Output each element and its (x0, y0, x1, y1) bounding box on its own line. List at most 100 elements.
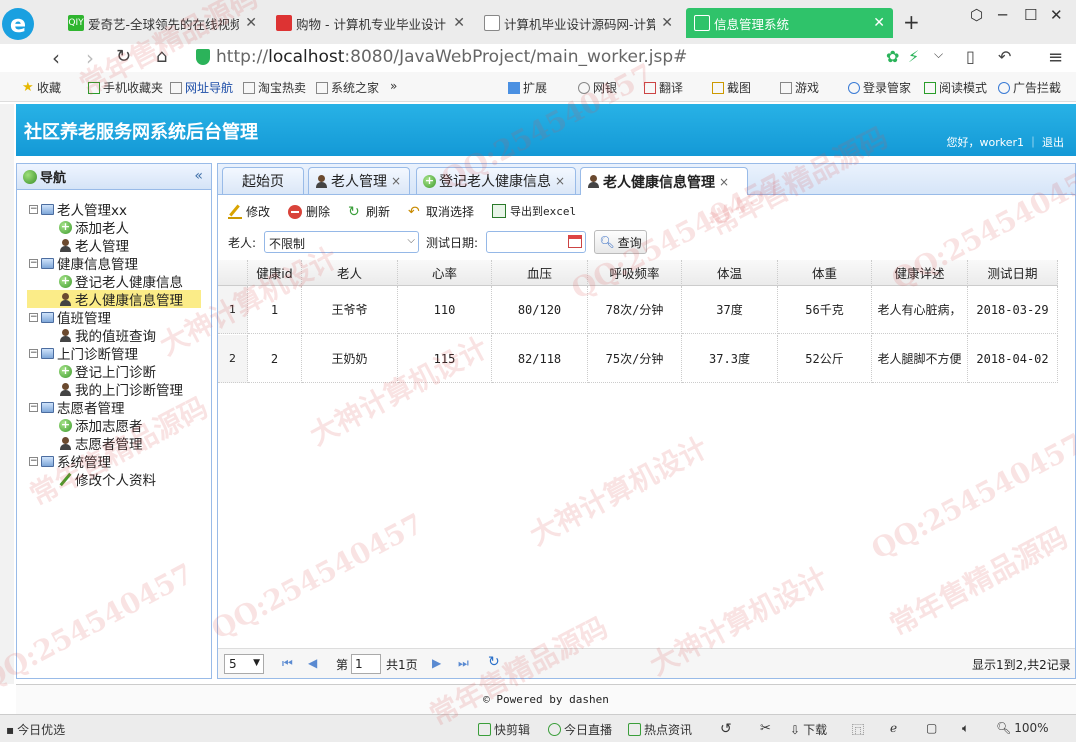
next-page-icon[interactable]: ▶ (432, 656, 441, 670)
menu-icon[interactable]: ≡ (1048, 47, 1063, 68)
table-cell[interactable]: 110 (398, 286, 492, 334)
bookmark-login[interactable]: 登录管家 (848, 79, 911, 96)
page-size-select[interactable]: 5 ▼ (224, 654, 264, 674)
tab-home[interactable]: 起始页 (222, 167, 304, 194)
nav-item[interactable]: 老人管理 (59, 236, 129, 255)
table-cell[interactable]: 2 (248, 335, 302, 383)
lightning-icon[interactable]: ⚡ (908, 47, 919, 66)
status-sound[interactable]: 🔈︎ (962, 721, 969, 736)
bookmark-extensions[interactable]: 扩展 (508, 79, 547, 96)
bookmark-games[interactable]: 游戏 (780, 79, 819, 96)
close-icon[interactable]: ✕ (873, 15, 885, 31)
nav-item[interactable]: + 登记上门诊断 (59, 362, 156, 381)
table-cell[interactable]: 老人有心脏病， (872, 286, 968, 334)
collapse-toggle-icon[interactable]: − (29, 312, 38, 322)
skin-icon[interactable]: ⬡ (970, 6, 983, 24)
status-ie[interactable]: ℯ (890, 721, 897, 735)
home-icon[interactable]: ⌂ (156, 46, 167, 67)
bookmark-screenshot[interactable]: 截图 (712, 79, 751, 96)
page-number-input[interactable]: 1 (351, 654, 381, 674)
nav-group[interactable]: − 系统管理 (29, 452, 111, 471)
column-header[interactable]: 心率 (398, 260, 492, 286)
date-input[interactable] (486, 231, 586, 253)
nav-group[interactable]: − 健康信息管理 (29, 254, 138, 273)
query-button[interactable]: 🔍︎ 查询 (594, 230, 647, 254)
bookmark-translate[interactable]: 翻译 (644, 79, 683, 96)
nav-item[interactable]: 我的值班查询 (59, 326, 156, 345)
column-header[interactable]: 体温 (682, 260, 778, 286)
close-icon[interactable]: ✕ (661, 15, 673, 31)
browser-tab-shop[interactable]: 购物 - 计算机专业毕业设计 ✕ (268, 8, 473, 38)
nav-item[interactable]: 志愿者管理 (59, 434, 143, 453)
table-cell[interactable]: 王爷爷 (302, 286, 398, 334)
status-quick-edit[interactable]: 快剪辑 (478, 721, 530, 738)
prev-page-icon[interactable]: ◀ (308, 656, 317, 670)
column-header[interactable]: 老人 (302, 260, 398, 286)
tab-elder-manage[interactable]: 老人管理 × (308, 167, 410, 194)
refresh-icon[interactable]: ↻ (488, 654, 500, 670)
phone-icon[interactable]: ▯ (966, 47, 975, 66)
green-gear-icon[interactable]: ✿ (886, 47, 899, 66)
table-cell[interactable]: 75次/分钟 (588, 335, 682, 383)
bookmark-xitong[interactable]: 系统之家 (316, 79, 379, 96)
window-close-icon[interactable]: ✕ (1050, 6, 1063, 24)
status-zoom[interactable]: 🔍︎ 100% (996, 721, 1049, 735)
status-today-picks[interactable]: ▪ 今日优选 (6, 721, 65, 738)
table-cell[interactable]: 2018-03-29 (968, 286, 1058, 334)
column-header[interactable]: 健康id (248, 260, 302, 286)
url-input[interactable]: http://localhost:8080/JavaWebProject/mai… (196, 45, 956, 69)
dropdown-icon[interactable]: ⌵ (934, 47, 943, 62)
user-greeting[interactable]: 您好，worker1 ｜ 退出 (946, 134, 1064, 150)
column-header[interactable]: 呼吸频率 (588, 260, 682, 286)
bookmark-adblock[interactable]: 广告拦截 (998, 79, 1061, 96)
undo-icon[interactable]: ↶ (998, 47, 1011, 66)
delete-button[interactable]: 删除 (288, 203, 330, 220)
nav-item[interactable]: 修改个人资料 (59, 470, 156, 489)
calendar-icon[interactable] (568, 235, 582, 248)
table-cell[interactable]: 52公斤 (778, 335, 872, 383)
collapse-toggle-icon[interactable]: − (29, 456, 38, 466)
bookmark-bank[interactable]: 网银 (578, 79, 617, 96)
nav-group[interactable]: − 志愿者管理 (29, 398, 125, 417)
status-download[interactable]: ⇩ 下载 (790, 721, 827, 738)
collapse-toggle-icon[interactable]: − (29, 348, 38, 358)
export-button[interactable]: 导出到excel (492, 203, 576, 219)
bookmark-nav[interactable]: 网址导航 (170, 79, 233, 96)
table-cell[interactable]: 56千克 (778, 286, 872, 334)
tab-close-icon[interactable]: × (555, 174, 565, 188)
collapse-icon[interactable]: « (194, 168, 203, 184)
reload-icon[interactable]: ↻ (116, 46, 131, 67)
column-header[interactable]: 健康详述 (872, 260, 968, 286)
maximize-icon[interactable]: ☐ (1024, 6, 1037, 24)
table-cell[interactable]: 老人腿脚不方便 (872, 335, 968, 383)
collapse-toggle-icon[interactable]: − (29, 204, 38, 214)
status-live[interactable]: 今日直播 (548, 721, 612, 738)
nav-group[interactable]: − 值班管理 (29, 308, 111, 327)
status-translate[interactable]: ⿵ (852, 721, 864, 738)
forward-icon[interactable]: › (86, 46, 94, 70)
column-header[interactable]: 血压 (492, 260, 588, 286)
browser-tab-active[interactable]: 信息管理系统 ✕ (686, 8, 893, 38)
table-cell[interactable]: 115 (398, 335, 492, 383)
table-cell[interactable]: 2018-04-02 (968, 335, 1058, 383)
status-news[interactable]: 热点资讯 (628, 721, 692, 738)
tab-close-icon[interactable]: × (719, 175, 729, 189)
cancel-select-button[interactable]: ↶ 取消选择 (408, 203, 474, 220)
tab-close-icon[interactable]: × (391, 174, 401, 188)
back-icon[interactable]: ‹ (52, 46, 60, 70)
elder-select[interactable]: 不限制 ⌵ (264, 231, 419, 253)
table-cell[interactable]: 37.3度 (682, 335, 778, 383)
table-cell[interactable]: 1 (248, 286, 302, 334)
status-tools[interactable]: ✂ (760, 721, 771, 736)
tab-health-manage[interactable]: 老人健康信息管理 × (580, 167, 748, 195)
nav-item[interactable]: 我的上门诊断管理 (59, 380, 183, 399)
nav-item[interactable]: + 添加老人 (59, 218, 129, 237)
table-cell[interactable]: 王奶奶 (302, 335, 398, 383)
table-cell[interactable]: 82/118 (492, 335, 588, 383)
bookmark-reader[interactable]: 阅读模式 (924, 79, 987, 96)
refresh-button[interactable]: ↻ 刷新 (348, 203, 390, 220)
table-cell[interactable]: 80/120 (492, 286, 588, 334)
nav-item[interactable]: 老人健康信息管理 (27, 290, 201, 309)
bookmark-taobao[interactable]: 淘宝热卖 (243, 79, 306, 96)
close-icon[interactable]: ✕ (245, 15, 257, 31)
